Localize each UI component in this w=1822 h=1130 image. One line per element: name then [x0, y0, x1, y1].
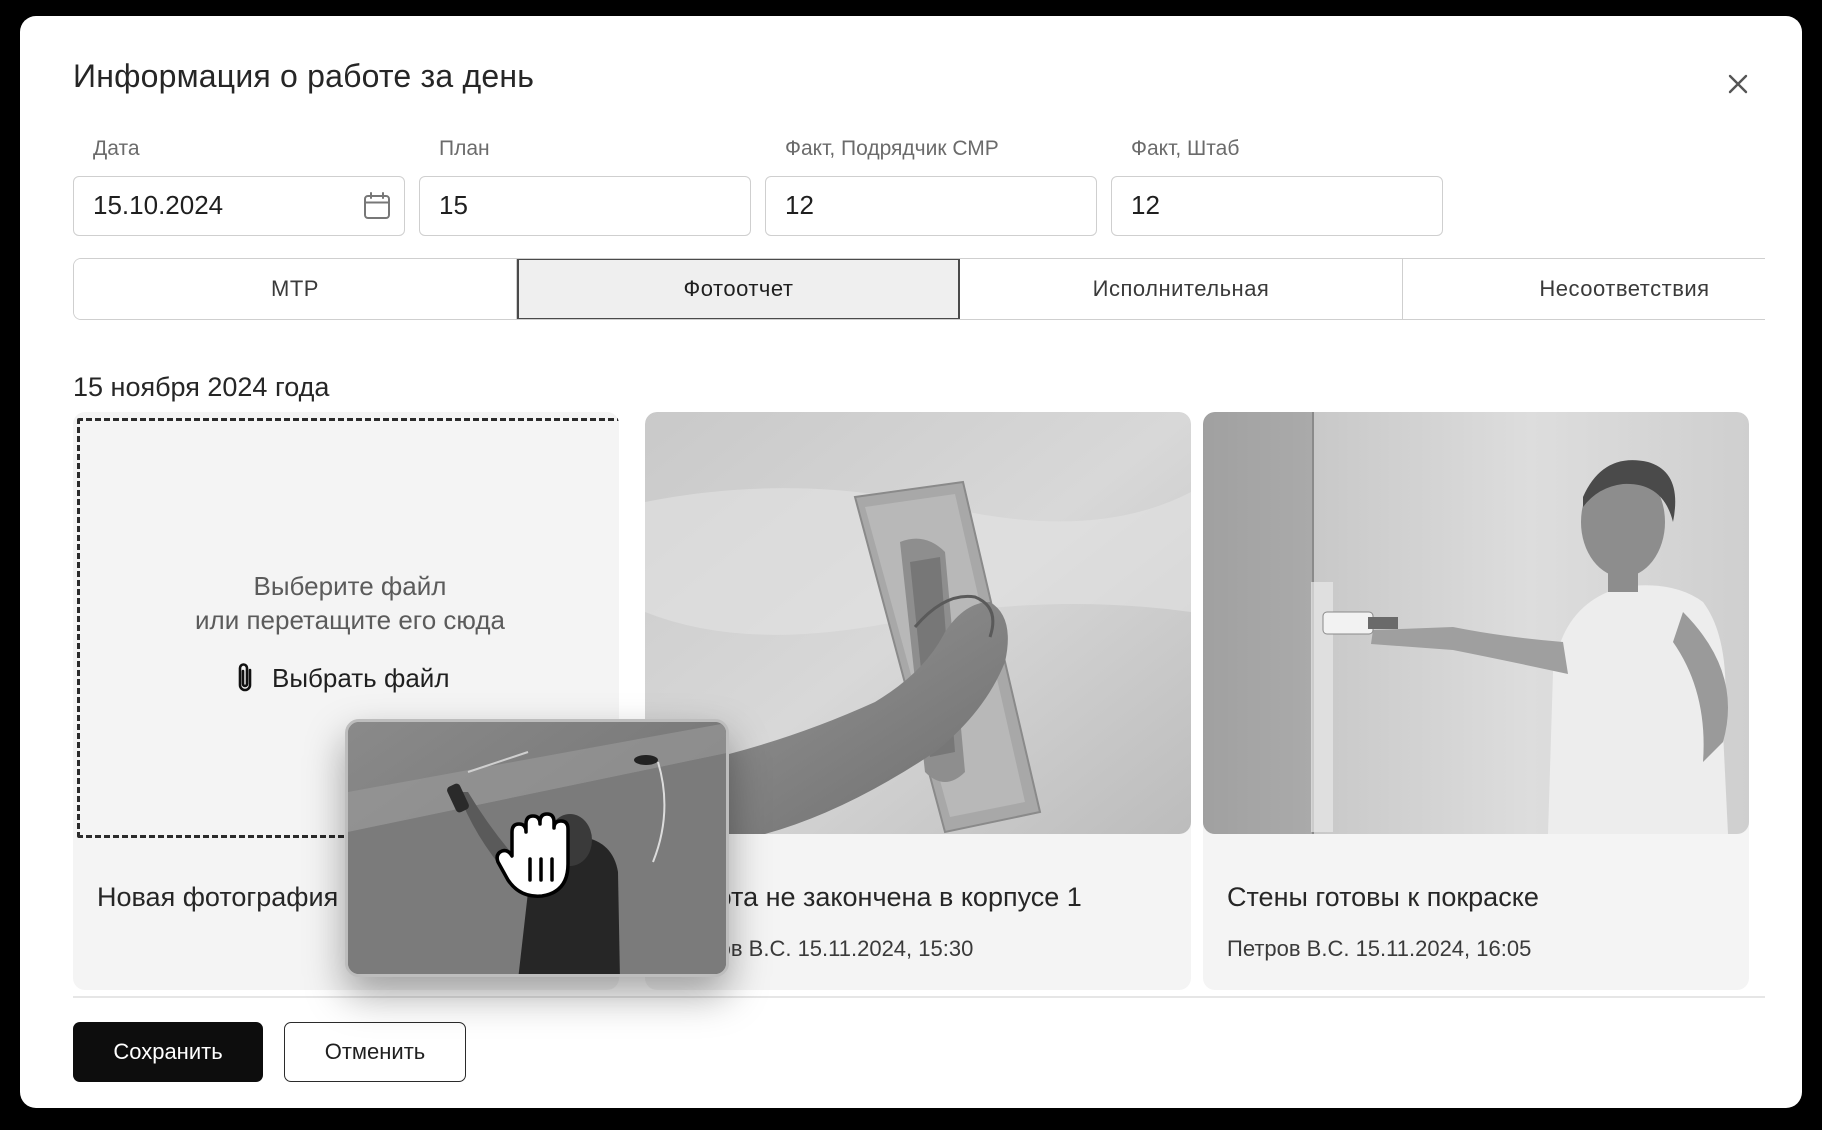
tab-bar: МТР Фотоотчет Исполнительная Несоответст… — [73, 258, 1765, 320]
fact-contractor-label: Факт, Подрядчик СМР — [785, 137, 999, 160]
tab-photo-report[interactable]: Фотоотчет — [517, 259, 960, 319]
tab-nonconformities[interactable]: Несоответствия — [1403, 259, 1765, 319]
plan-field: План — [419, 134, 751, 236]
choose-file-button[interactable]: Выбрать файл — [230, 661, 450, 695]
paperclip-icon — [238, 663, 252, 692]
report-date-heading: 15 ноября 2024 года — [73, 372, 330, 402]
fact-contractor-field: Факт, Подрядчик СМР — [765, 134, 1097, 236]
plan-input-box[interactable] — [419, 176, 751, 236]
fact-hq-label: Факт, Штаб — [1131, 137, 1240, 160]
dropzone-line-2: или перетащите его сюда — [195, 605, 505, 635]
modal-title: Информация о работе за день — [73, 58, 535, 94]
photo-meta: Петров В.С. 15.11.2024, 16:05 — [1227, 936, 1532, 961]
photo-card[interactable]: Стены готовы к покраске Петров В.С. 15.1… — [1203, 412, 1749, 990]
date-input[interactable] — [93, 177, 333, 234]
tab-mtr[interactable]: МТР — [74, 259, 517, 319]
cancel-button[interactable]: Отменить — [284, 1022, 466, 1082]
choose-file-label: Выбрать файл — [272, 662, 450, 693]
photo-painting[interactable] — [1203, 412, 1749, 834]
date-input-box[interactable] — [73, 176, 405, 236]
painting-image — [1203, 412, 1749, 834]
grab-hand-cursor-icon — [495, 812, 570, 898]
footer-divider — [73, 996, 1765, 998]
save-button[interactable]: Сохранить — [73, 1022, 263, 1082]
plan-label: План — [439, 137, 490, 160]
date-label: Дата — [93, 137, 140, 160]
date-field: Дата — [73, 134, 405, 236]
fact-hq-input[interactable] — [1131, 177, 1371, 234]
fact-contractor-input[interactable] — [785, 177, 1025, 234]
daily-work-modal: Информация о работе за день Дата План Фа… — [20, 16, 1802, 1108]
fact-contractor-input-box[interactable] — [765, 176, 1097, 236]
calendar-icon[interactable] — [362, 191, 392, 221]
fact-hq-field: Факт, Штаб — [1111, 134, 1443, 236]
fact-hq-input-box[interactable] — [1111, 176, 1443, 236]
close-button[interactable] — [1720, 66, 1756, 102]
plan-input[interactable] — [439, 177, 679, 234]
tab-executive[interactable]: Исполнительная — [960, 259, 1403, 319]
close-icon — [1728, 74, 1748, 94]
new-photo-title: Новая фотография — [97, 882, 339, 912]
photo-title: Работа не закончена в корпусе 1 — [669, 882, 1082, 912]
photo-title: Стены готовы к покраске — [1227, 882, 1539, 912]
dropzone-line-1: Выберите файл — [253, 571, 447, 601]
